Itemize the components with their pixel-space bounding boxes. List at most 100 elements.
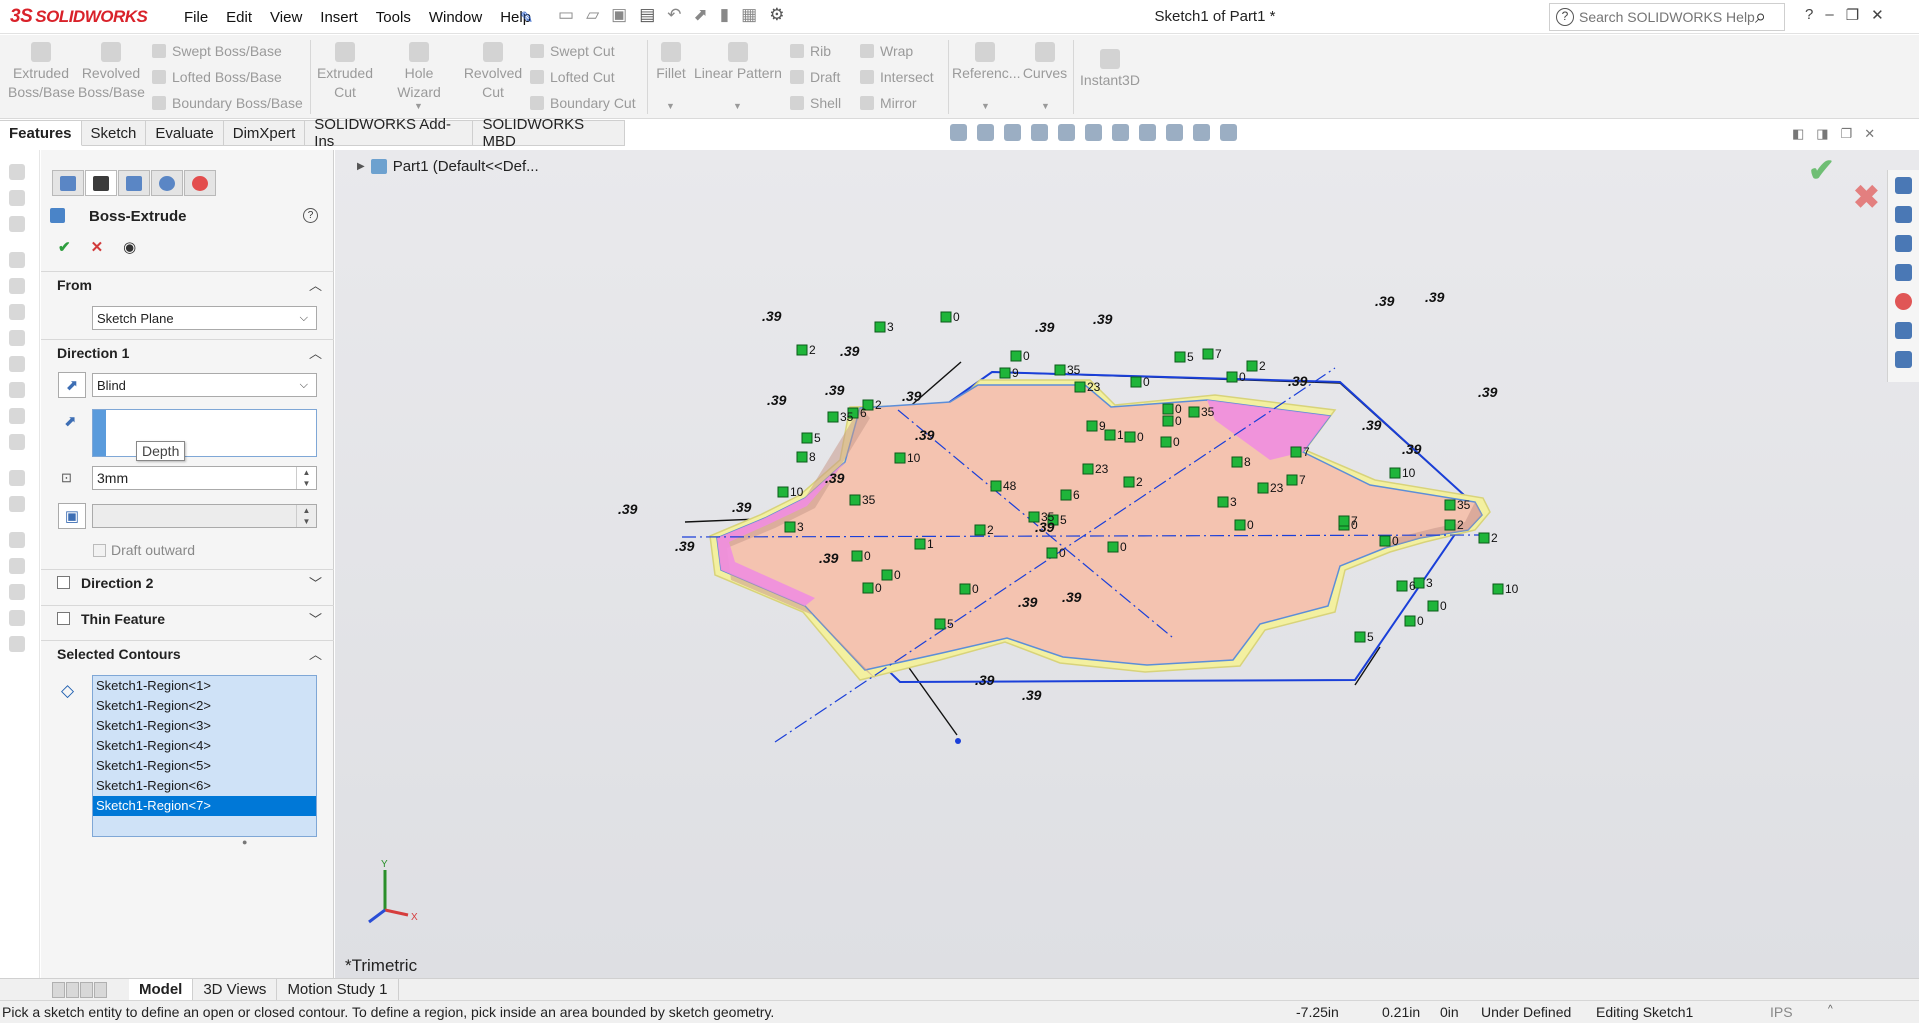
rebuild-icon[interactable]: ▮ — [720, 5, 729, 25]
dimension-label[interactable]: .39 — [1425, 289, 1445, 305]
relation-marker[interactable] — [1124, 431, 1136, 443]
relation-marker[interactable] — [1427, 600, 1439, 612]
pin-icon[interactable]: ✎ — [520, 8, 533, 28]
options-gear-icon[interactable]: ⚙ — [769, 5, 784, 25]
dimension-label[interactable]: .39 — [902, 388, 922, 404]
help-menu-icon[interactable]: ? — [1805, 6, 1813, 24]
relation-marker[interactable] — [999, 367, 1011, 379]
instant3d-button[interactable]: Instant3D — [1078, 49, 1142, 90]
apply-scene-icon[interactable] — [1193, 124, 1210, 141]
lofted-boss-button[interactable]: Lofted Boss/Base — [152, 69, 282, 85]
custom-properties-icon[interactable] — [1895, 322, 1912, 339]
reference-geometry-button[interactable]: Referenc... — [952, 42, 1020, 83]
dimension-label[interactable]: .39 — [1062, 589, 1082, 605]
relation-marker[interactable] — [1257, 482, 1269, 494]
hide-show-items-icon[interactable] — [1139, 124, 1156, 141]
ok-check-icon[interactable]: ✔ — [58, 238, 71, 256]
zoom-to-fit-icon[interactable] — [950, 124, 967, 141]
tool-strip-icon[interactable] — [9, 532, 25, 548]
list-item[interactable]: Sketch1-Region<2> — [93, 696, 316, 716]
view-orientation-icon[interactable] — [1085, 124, 1102, 141]
tab-3d-views[interactable]: 3D Views — [193, 979, 278, 1000]
draft-outward-checkbox[interactable]: Draft outward — [93, 542, 195, 558]
relation-marker[interactable] — [784, 521, 796, 533]
preview-eye-icon[interactable]: ◉ — [123, 238, 136, 256]
relation-marker[interactable] — [1160, 436, 1172, 448]
search-icon[interactable]: ⌕ — [1755, 6, 1766, 29]
collapse-chevron-icon[interactable]: ︿ — [309, 343, 322, 362]
direction2-section-header[interactable]: Direction 2 ﹀ — [41, 569, 334, 595]
relation-marker[interactable] — [1054, 364, 1066, 376]
expand-chevron-icon[interactable]: ﹀ — [309, 573, 322, 592]
dimension-label[interactable]: .39 — [1478, 384, 1498, 400]
menu-file[interactable]: File — [175, 9, 217, 26]
last-tab-icon[interactable] — [94, 981, 107, 998]
feature-tree-flyout[interactable]: ▶ Part1 (Default<<Def... — [357, 158, 539, 175]
help-search-input[interactable] — [1579, 9, 1755, 25]
draft-angle-spinner[interactable]: ▲ ▼ — [296, 505, 316, 527]
relation-marker[interactable] — [1010, 350, 1022, 362]
dynamic-annotation-icon[interactable] — [1058, 124, 1075, 141]
tile-right-icon[interactable]: ◨ — [1816, 126, 1828, 142]
display-manager-tab[interactable] — [184, 170, 216, 196]
dimension-label[interactable]: .39 — [732, 499, 752, 515]
relation-marker[interactable] — [1086, 420, 1098, 432]
swept-cut-button[interactable]: Swept Cut — [530, 43, 615, 59]
dimension-label[interactable]: .39 — [1022, 687, 1042, 703]
open-icon[interactable]: ▱ — [586, 5, 599, 25]
extruded-boss-button[interactable]: Extruded Boss/Base — [8, 42, 75, 102]
relation-marker[interactable] — [990, 480, 1002, 492]
linear-pattern-button[interactable]: Linear Pattern — [694, 42, 782, 83]
lofted-cut-button[interactable]: Lofted Cut — [530, 69, 615, 85]
design-library-icon[interactable] — [1895, 235, 1912, 252]
tab-motion-study[interactable]: Motion Study 1 — [277, 979, 399, 1000]
shell-button[interactable]: Shell — [790, 95, 841, 111]
feature-manager-tab[interactable] — [52, 170, 84, 196]
dimension-label[interactable]: .39 — [1035, 519, 1055, 535]
boundary-boss-button[interactable]: Boundary Boss/Base — [152, 95, 303, 111]
next-tab-icon[interactable] — [80, 981, 93, 998]
relation-marker[interactable] — [1354, 631, 1366, 643]
extruded-cut-button[interactable]: Extruded Cut — [314, 42, 376, 102]
dimension-label[interactable]: .39 — [1362, 417, 1382, 433]
menu-edit[interactable]: Edit — [217, 9, 261, 26]
resize-grip-icon[interactable]: ● — [242, 837, 247, 847]
appearances-icon[interactable] — [1895, 293, 1912, 310]
tab-features[interactable]: Features — [0, 120, 82, 146]
relation-marker[interactable] — [1174, 351, 1186, 363]
tab-model[interactable]: Model — [129, 979, 194, 1000]
relation-marker[interactable] — [1226, 371, 1238, 383]
help-icon[interactable]: ? — [303, 208, 318, 223]
reverse-direction-button[interactable]: ⬈ — [58, 372, 86, 398]
relation-marker[interactable] — [796, 344, 808, 356]
direction-selection-box[interactable] — [92, 409, 317, 457]
dimension-label[interactable]: .39 — [1375, 293, 1395, 309]
fillet-dropdown-icon[interactable]: ▼ — [666, 101, 675, 111]
first-tab-icon[interactable] — [52, 981, 65, 998]
relation-marker[interactable] — [1060, 489, 1072, 501]
tool-strip-icon[interactable] — [9, 164, 25, 180]
file-properties-icon[interactable]: ▦ — [741, 5, 757, 25]
relation-marker[interactable] — [1130, 376, 1142, 388]
property-manager-tab[interactable] — [85, 170, 117, 196]
relation-marker[interactable] — [1444, 499, 1456, 511]
tab-mbd[interactable]: SOLIDWORKS MBD — [473, 116, 625, 150]
dimension-label[interactable]: .39 — [819, 550, 839, 566]
file-explorer-icon[interactable] — [1895, 264, 1912, 281]
tool-strip-icon[interactable] — [9, 558, 25, 574]
tab-evaluate[interactable]: Evaluate — [146, 120, 224, 146]
rib-button[interactable]: Rib — [790, 43, 831, 59]
relation-marker[interactable] — [914, 538, 926, 550]
edit-appearance-icon[interactable] — [1166, 124, 1183, 141]
list-item[interactable]: Sketch1-Region<4> — [93, 736, 316, 756]
model-view[interactable]: 0322355810361035100050035239023250016354… — [335, 150, 1919, 978]
relation-marker[interactable] — [894, 452, 906, 464]
relation-marker[interactable] — [1082, 463, 1094, 475]
list-item[interactable]: Sketch1-Region<3> — [93, 716, 316, 736]
fillet-button[interactable]: Fillet — [652, 42, 690, 83]
zoom-to-area-icon[interactable] — [977, 124, 994, 141]
relation-marker[interactable] — [1492, 583, 1504, 595]
relation-marker[interactable] — [1246, 360, 1258, 372]
thin-feature-section-header[interactable]: Thin Feature ﹀ — [41, 605, 334, 631]
help-question-icon[interactable]: ? — [1556, 8, 1574, 26]
